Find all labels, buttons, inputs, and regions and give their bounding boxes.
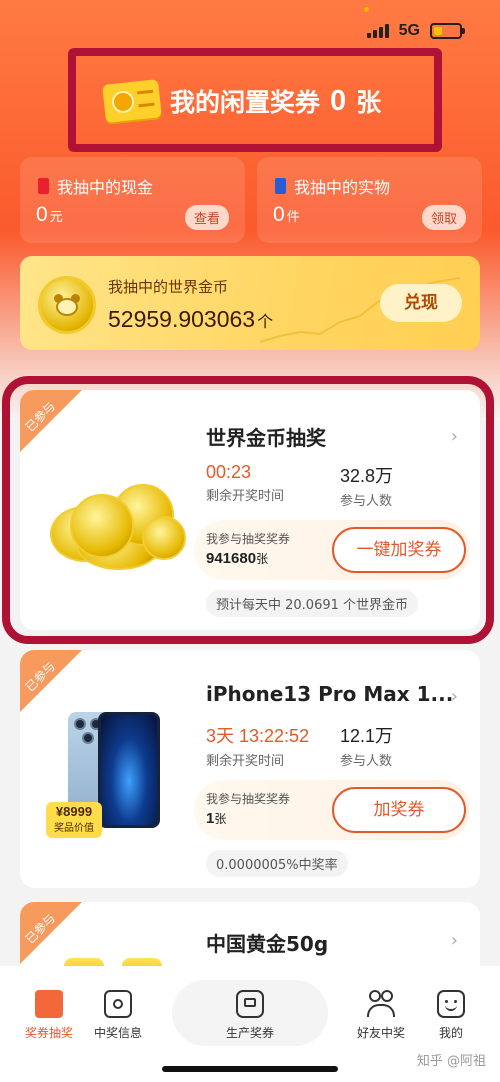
tab-ticket-lottery[interactable]: 奖券抽奖 xyxy=(14,990,84,1041)
tab-produce-tickets[interactable]: 生产奖券 xyxy=(215,990,285,1041)
tab-friends-wins[interactable]: 好友中奖 xyxy=(346,990,416,1041)
lottery-title: iPhone13 Pro Max 1... xyxy=(206,682,454,706)
world-coin-label: 我抽中的世界金币 xyxy=(108,278,229,296)
item-label: 我抽中的实物 xyxy=(294,178,391,197)
my-tickets-unit: 张 xyxy=(214,812,227,826)
item-card[interactable]: 我抽中的实物 0件 领取 xyxy=(257,157,482,243)
status-bar: 5G xyxy=(366,22,465,40)
lottery-title: 中国黄金50g xyxy=(206,932,329,956)
view-cash-button[interactable]: 查看 xyxy=(184,205,229,230)
item-unit: 件 xyxy=(286,209,300,224)
privacy-indicator xyxy=(364,7,369,12)
network-label: 5G xyxy=(398,22,420,39)
joined-badge: 已参与 xyxy=(20,650,88,718)
participants-label: 参与人数 xyxy=(340,754,393,769)
tab-winning-info[interactable]: 中奖信息 xyxy=(83,990,153,1041)
signal-icon xyxy=(366,24,389,38)
face-icon xyxy=(437,990,465,1018)
cash-label: 我抽中的现金 xyxy=(57,178,154,197)
cash-card[interactable]: 我抽中的现金 0元 查看 xyxy=(20,157,245,243)
my-tickets-label: 我参与抽奖奖券 xyxy=(206,792,291,806)
cash-value: 0 xyxy=(36,203,48,226)
friends-icon xyxy=(367,990,395,1018)
add-tickets-button[interactable]: 加奖券 xyxy=(332,787,466,833)
chevron-right-icon[interactable]: › xyxy=(451,686,458,707)
lottery-card[interactable]: 已参与 ¥8999 奖品价值 iPhone13 Pro Max 1... › 3… xyxy=(20,650,480,888)
countdown-label: 剩余开奖时间 xyxy=(206,754,285,769)
prize-price: ¥8999 xyxy=(55,804,93,819)
win-rate: 0.0000005%中奖率 xyxy=(206,850,348,877)
home-indicator[interactable] xyxy=(162,1066,338,1072)
gift-icon xyxy=(35,990,63,1018)
item-value: 0 xyxy=(273,203,285,226)
robot-icon xyxy=(236,990,264,1018)
prize-value-tag: ¥8999 奖品价值 xyxy=(46,802,102,838)
camera-icon xyxy=(104,990,132,1018)
world-coin-value: 52959.903063 xyxy=(108,306,256,332)
red-envelope-icon xyxy=(38,178,49,194)
tab-mine[interactable]: 我的 xyxy=(416,990,486,1041)
world-coin-unit: 个 xyxy=(257,312,274,331)
battery-icon xyxy=(430,23,465,39)
cash-unit: 元 xyxy=(49,209,63,224)
phone-icon xyxy=(275,178,286,194)
my-tickets-box: 我参与抽奖奖券 1张 加奖券 xyxy=(194,780,470,840)
claim-item-button[interactable]: 领取 xyxy=(421,205,466,230)
watermark: 知乎 @阿祖 xyxy=(416,1054,486,1069)
highlight-box-header xyxy=(68,48,442,152)
highlight-box-card xyxy=(2,376,494,644)
coin-icon xyxy=(38,276,96,334)
countdown-value: 3天 13:22:52 xyxy=(206,726,310,746)
world-coin-card[interactable]: 我抽中的世界金币 52959.903063 个 兑现 xyxy=(20,256,480,350)
prize-price-label: 奖品价值 xyxy=(54,823,94,834)
redeem-button[interactable]: 兑现 xyxy=(380,284,462,322)
chevron-right-icon[interactable]: › xyxy=(451,930,458,951)
participants-value: 12.1万 xyxy=(340,726,394,746)
